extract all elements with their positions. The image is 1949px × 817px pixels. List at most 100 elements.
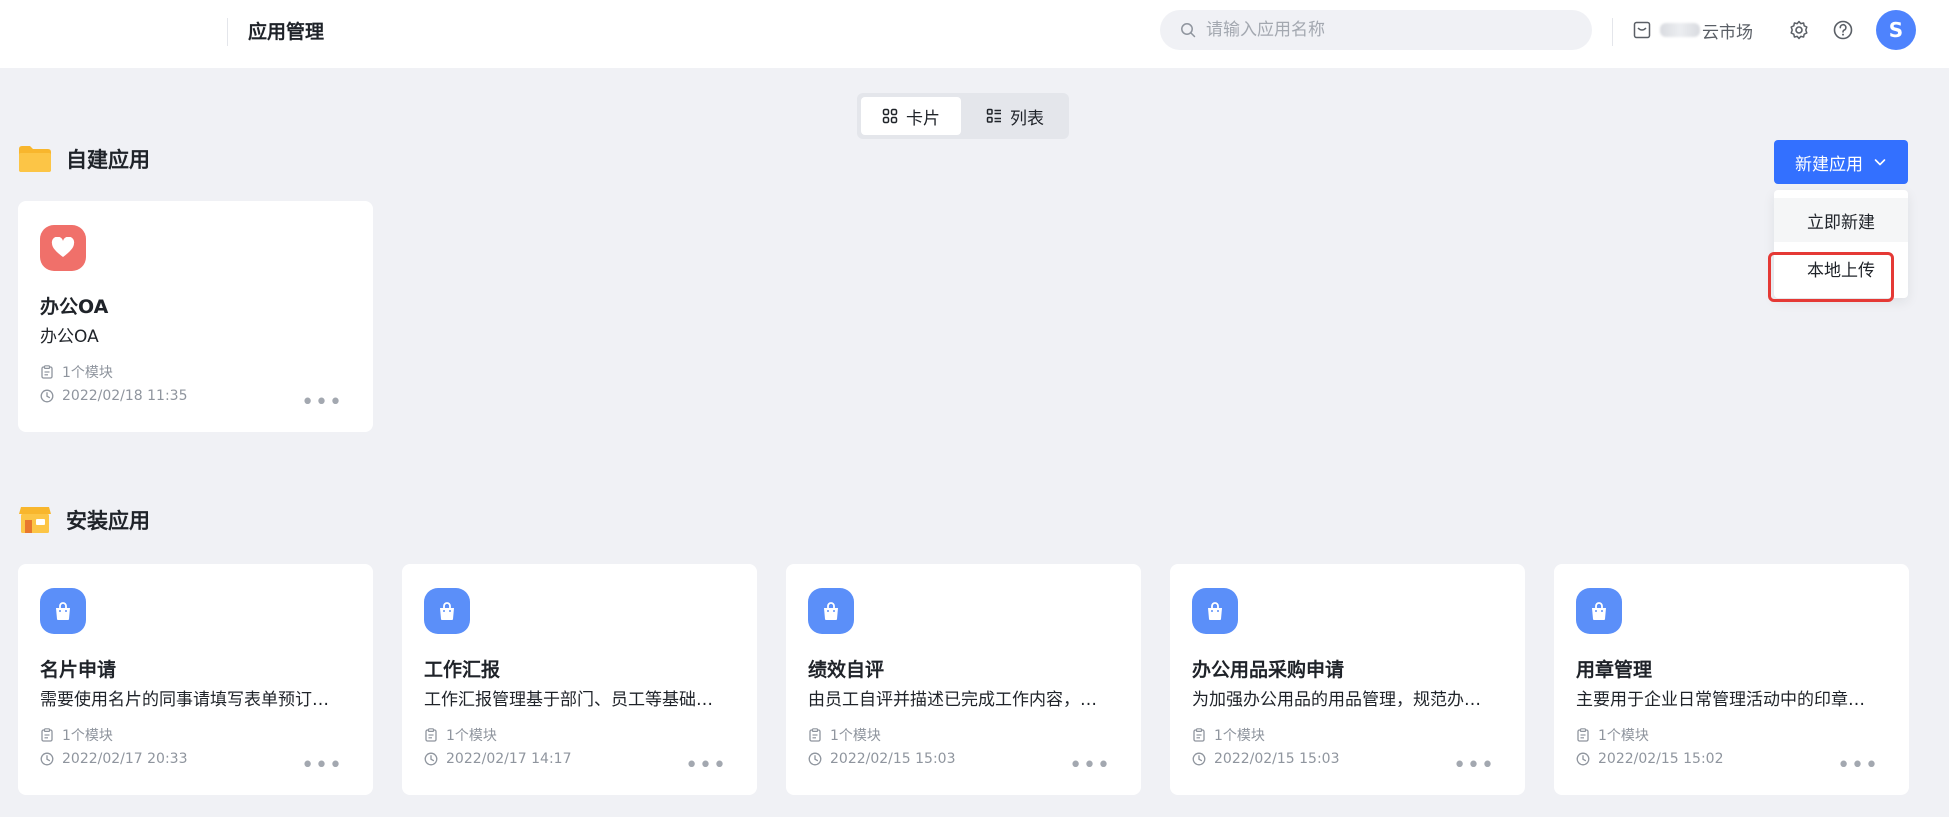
app-time-text: 2022/02/15 15:03 (1214, 751, 1340, 767)
help-icon[interactable] (1832, 19, 1854, 41)
clock-icon (808, 752, 822, 766)
app-modules: 1个模块 (1192, 725, 1265, 745)
more-icon[interactable]: ••• (685, 755, 727, 777)
tab-card-label: 卡片 (906, 108, 940, 129)
clipboard-icon (1193, 728, 1205, 742)
tab-list-view[interactable]: 列表 (965, 97, 1065, 135)
installed-title: 安装应用 (66, 509, 150, 533)
clipboard-icon (41, 365, 53, 379)
clock-icon (40, 389, 54, 403)
market-label: 云市场 (1702, 22, 1753, 43)
more-icon[interactable]: ••• (1069, 755, 1111, 777)
app-modules-text: 1个模块 (1214, 728, 1265, 744)
app-time-text: 2022/02/17 20:33 (62, 751, 188, 767)
clipboard-icon (425, 728, 437, 742)
more-icon[interactable]: ••• (1837, 755, 1879, 777)
more-icon[interactable]: ••• (1453, 755, 1495, 777)
app-time-text: 2022/02/15 15:03 (830, 751, 956, 767)
user-avatar[interactable]: S (1876, 10, 1916, 50)
new-app-button[interactable]: 新建应用 (1774, 140, 1908, 184)
app-time: 2022/02/15 15:03 (1192, 751, 1340, 767)
tab-list-label: 列表 (1010, 108, 1044, 129)
app-modules-text: 1个模块 (1598, 728, 1649, 744)
shop-icon (19, 507, 51, 533)
app-modules-text: 1个模块 (830, 728, 881, 744)
app-time-text: 2022/02/15 15:02 (1598, 751, 1724, 767)
app-desc: 主要用于企业日常管理活动中的印章… (1576, 690, 1865, 710)
app-modules: 1个模块 (424, 725, 497, 745)
app-time: 2022/02/17 20:33 (40, 751, 188, 767)
menu-item-create-now[interactable]: 立即新建 (1774, 198, 1908, 242)
page-title: 应用管理 (248, 21, 325, 43)
app-desc: 需要使用名片的同事请填写表单预订… (40, 690, 329, 710)
app-desc: 办公OA (40, 327, 99, 347)
chevron-down-icon (1874, 159, 1886, 166)
bag-icon (1592, 602, 1606, 620)
app-name: 用章管理 (1576, 659, 1653, 681)
app-time: 2022/02/18 11:35 (40, 388, 188, 404)
market-link[interactable]: 云市场 (1632, 16, 1753, 44)
app-time: 2022/02/15 15:03 (808, 751, 956, 767)
app-name: 办公用品采购申请 (1192, 659, 1345, 681)
list-icon (986, 108, 1001, 123)
app-desc: 工作汇报管理基于部门、员工等基础… (424, 690, 713, 710)
app-card[interactable]: 绩效自评 由员工自评并描述已完成工作内容，… 1个模块 2022/02/15 1… (786, 564, 1141, 795)
store-icon (1633, 21, 1651, 39)
self-built-header: 自建应用 (18, 144, 150, 174)
app-card[interactable]: 用章管理 主要用于企业日常管理活动中的印章… 1个模块 2022/02/15 1… (1554, 564, 1909, 795)
settings-icon[interactable] (1788, 19, 1810, 41)
app-name: 工作汇报 (424, 659, 501, 681)
app-modules-text: 1个模块 (62, 365, 113, 381)
app-modules: 1个模块 (808, 725, 881, 745)
app-time-text: 2022/02/17 14:17 (446, 751, 572, 767)
app-icon (1576, 588, 1622, 634)
clock-icon (40, 752, 54, 766)
app-time: 2022/02/15 15:02 (1576, 751, 1724, 767)
heart-icon (51, 237, 75, 257)
app-icon (40, 588, 86, 634)
app-name: 绩效自评 (808, 659, 885, 681)
app-modules-text: 1个模块 (62, 728, 113, 744)
app-desc: 由员工自评并描述已完成工作内容，… (808, 690, 1097, 710)
app-card[interactable]: 工作汇报 工作汇报管理基于部门、员工等基础… 1个模块 2022/02/17 1… (402, 564, 757, 795)
search-icon (1181, 23, 1196, 38)
search-input[interactable] (1206, 20, 1566, 40)
bag-icon (56, 602, 70, 620)
more-icon[interactable]: ••• (301, 392, 343, 414)
self-built-title: 自建应用 (66, 148, 150, 172)
app-card[interactable]: 办公用品采购申请 为加强办公用品的用品管理，规范办… 1个模块 2022/02/… (1170, 564, 1525, 795)
bag-icon (824, 602, 838, 620)
clipboard-icon (809, 728, 821, 742)
app-card[interactable]: 名片申请 需要使用名片的同事请填写表单预订… 1个模块 2022/02/17 2… (18, 564, 373, 795)
app-modules-text: 1个模块 (446, 728, 497, 744)
app-modules: 1个模块 (1576, 725, 1649, 745)
app-card[interactable]: 办公OA 办公OA 1个模块 2022/02/18 11:35 ••• (18, 201, 373, 432)
new-app-label: 新建应用 (1795, 154, 1863, 175)
clock-icon (424, 752, 438, 766)
blurred-brand (1660, 23, 1700, 37)
annotation-highlight-box (1768, 252, 1894, 302)
app-icon (808, 588, 854, 634)
tab-card-view[interactable]: 卡片 (861, 97, 961, 135)
more-icon[interactable]: ••• (301, 755, 343, 777)
bag-icon (440, 602, 454, 620)
app-icon (424, 588, 470, 634)
clock-icon (1192, 752, 1206, 766)
top-bar: 应用管理 云市场 S (0, 0, 1949, 68)
app-modules: 1个模块 (40, 725, 113, 745)
app-time: 2022/02/17 14:17 (424, 751, 572, 767)
header-divider-2 (1612, 18, 1613, 46)
grid-icon (882, 108, 898, 124)
clock-icon (1576, 752, 1590, 766)
search-box[interactable] (1160, 10, 1592, 50)
app-desc: 为加强办公用品的用品管理，规范办… (1192, 690, 1481, 710)
header-divider (227, 18, 228, 46)
folder-icon (19, 146, 51, 172)
app-name: 办公OA (40, 296, 109, 318)
app-icon (1192, 588, 1238, 634)
app-icon-oa (40, 225, 86, 271)
app-modules: 1个模块 (40, 362, 113, 382)
app-time-text: 2022/02/18 11:35 (62, 388, 188, 404)
bag-icon (1208, 602, 1222, 620)
clipboard-icon (1577, 728, 1589, 742)
